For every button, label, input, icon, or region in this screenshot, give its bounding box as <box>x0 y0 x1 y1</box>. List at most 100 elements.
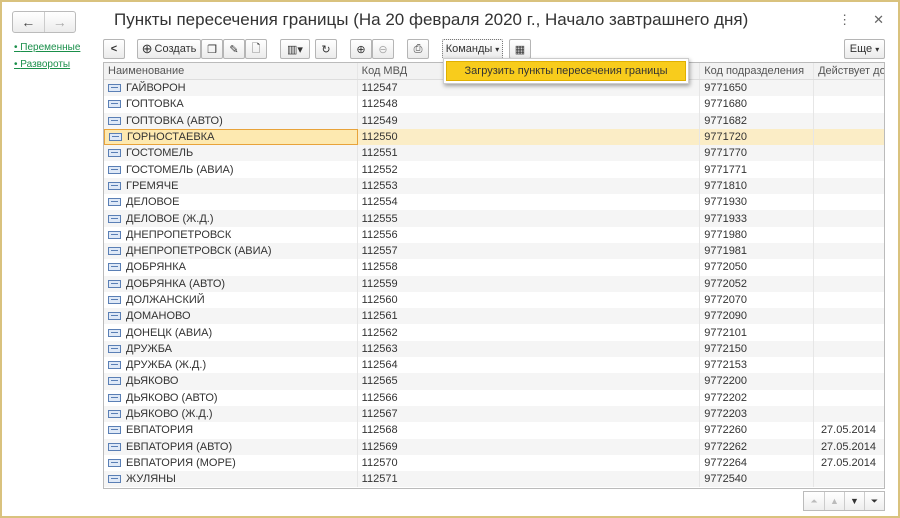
scroll-last-icon[interactable]: ⏷ <box>864 492 884 510</box>
table-row[interactable]: ДНЕПРОПЕТРОВСК (АВИА) 112557 9771981 <box>104 242 884 260</box>
cell-valid-until[interactable] <box>814 308 884 324</box>
cell-valid-until[interactable] <box>814 129 884 145</box>
cell-division-code[interactable]: 9771980 <box>700 226 815 243</box>
cell-division-code[interactable]: 9772050 <box>700 259 815 276</box>
cell-division-code[interactable]: 9771771 <box>700 161 815 178</box>
cell-name[interactable]: ЖУЛЯНЫ <box>104 471 358 488</box>
cell-mvd-code[interactable]: 112548 <box>358 96 701 113</box>
cell-division-code[interactable]: 9772203 <box>700 405 815 423</box>
cell-name[interactable]: ЕВПАТОРИЯ (МОРЕ) <box>104 454 358 472</box>
cell-mvd-code[interactable]: 112559 <box>358 275 701 292</box>
cell-division-code[interactable]: 9771933 <box>700 210 815 227</box>
table-row[interactable]: ГОПТОВКА (АВТО) 112549 9771682 <box>104 112 884 129</box>
cell-division-code[interactable]: 9772052 <box>700 275 815 292</box>
cell-valid-until[interactable]: 27.05.2014 <box>814 439 884 455</box>
column-header-valid-until[interactable]: Действует до <box>814 63 884 79</box>
table-row[interactable]: ДОНЕЦК (АВИА) 112562 9772101 <box>104 324 884 341</box>
cell-valid-until[interactable] <box>814 145 884 161</box>
cell-name[interactable]: ДОМАНОВО <box>104 308 358 325</box>
cell-mvd-code[interactable]: 112554 <box>358 194 701 211</box>
cell-division-code[interactable]: 9772153 <box>700 357 815 374</box>
cell-mvd-code[interactable]: 112567 <box>358 405 701 423</box>
close-icon[interactable]: ✕ <box>873 12 884 28</box>
column-header-name[interactable]: Наименование <box>104 63 358 79</box>
cell-name[interactable]: ДЬЯКОВО <box>104 373 358 390</box>
cell-division-code[interactable]: 9772101 <box>700 324 815 341</box>
cell-mvd-code[interactable]: 112551 <box>358 145 701 162</box>
print-button[interactable]: ⎙ <box>407 39 429 59</box>
cell-name[interactable]: ГАЙВОРОН <box>104 80 358 97</box>
cell-division-code[interactable]: 9772090 <box>700 308 815 325</box>
cell-division-code[interactable]: 9772260 <box>700 422 815 439</box>
cell-mvd-code[interactable]: 112568 <box>358 422 701 439</box>
table-row[interactable]: ДОБРЯНКА (АВТО) 112559 9772052 <box>104 275 884 292</box>
cell-division-code[interactable]: 9771981 <box>700 242 815 260</box>
cell-name[interactable]: ДОБРЯНКА (АВТО) <box>104 275 358 292</box>
table-row[interactable]: ДНЕПРОПЕТРОВСК 112556 9771980 <box>104 226 884 243</box>
cell-name[interactable]: ДНЕПРОПЕТРОВСК <box>104 226 358 243</box>
cell-mvd-code[interactable]: 112550 <box>358 128 701 146</box>
cell-valid-until[interactable] <box>814 210 884 226</box>
cell-mvd-code[interactable]: 112556 <box>358 226 701 243</box>
table-row[interactable]: ДОБРЯНКА 112558 9772050 <box>104 259 884 276</box>
cell-name[interactable]: ГОСТОМЕЛЬ <box>104 145 358 162</box>
cell-mvd-code[interactable]: 112562 <box>358 324 701 341</box>
cell-mvd-code[interactable]: 112558 <box>358 259 701 276</box>
cell-name[interactable]: ДЬЯКОВО (АВТО) <box>104 389 358 406</box>
cell-name[interactable]: ДРУЖБА <box>104 340 358 358</box>
cell-name[interactable]: ГОРНОСТАЕВКА <box>104 128 358 146</box>
table-row[interactable]: ДРУЖБА (Ж.Д.) 112564 9772153 <box>104 357 884 374</box>
cell-mvd-code[interactable]: 112570 <box>358 454 701 472</box>
table-row[interactable]: ДОЛЖАНСКИЙ 112560 9772070 <box>104 291 884 309</box>
cell-name[interactable]: ГОСТОМЕЛЬ (АВИА) <box>104 161 358 178</box>
table-row[interactable]: ЕВПАТОРИЯ 112568 9772260 27.05.2014 <box>104 422 884 439</box>
cell-valid-until[interactable] <box>814 276 884 292</box>
cell-valid-until[interactable] <box>814 341 884 357</box>
delete-mark-button[interactable]: 🗋 <box>245 39 267 59</box>
cell-division-code[interactable]: 9772200 <box>700 373 815 390</box>
zoom-in-button[interactable]: ⊕ <box>350 39 372 59</box>
cell-name[interactable]: ГРЕМЯЧЕ <box>104 177 358 195</box>
cell-name[interactable]: ДОБРЯНКА <box>104 259 358 276</box>
cell-mvd-code[interactable]: 112555 <box>358 210 701 227</box>
table-row[interactable]: ДЬЯКОВО (Ж.Д.) 112567 9772203 <box>104 405 884 423</box>
cell-division-code[interactable]: 9772262 <box>700 438 815 455</box>
table-row[interactable]: ДЕЛОВОЕ 112554 9771930 <box>104 194 884 211</box>
cell-mvd-code[interactable]: 112563 <box>358 340 701 358</box>
commands-button[interactable]: Команды ▾ <box>442 39 503 59</box>
cell-division-code[interactable]: 9772070 <box>700 291 815 309</box>
back-button[interactable]: < <box>103 39 125 59</box>
cell-mvd-code[interactable]: 112566 <box>358 389 701 406</box>
cell-division-code[interactable]: 9772540 <box>700 471 815 488</box>
cell-valid-until[interactable] <box>814 292 884 308</box>
back-arrow-icon[interactable]: ← <box>13 12 44 32</box>
cell-division-code[interactable]: 9771930 <box>700 194 815 211</box>
cell-mvd-code[interactable]: 112549 <box>358 112 701 129</box>
cell-valid-until[interactable] <box>814 406 884 422</box>
table-row[interactable]: ГОСТОМЕЛЬ (АВИА) 112552 9771771 <box>104 161 884 178</box>
menu-item-load-crossing-points[interactable]: Загрузить пункты пересечения границы <box>446 61 686 81</box>
cell-name[interactable]: ДОНЕЦК (АВИА) <box>104 324 358 341</box>
cell-valid-until[interactable] <box>814 373 884 389</box>
cell-division-code[interactable]: 9772202 <box>700 389 815 406</box>
more-vertical-icon[interactable]: ⋮ <box>838 12 851 28</box>
cell-mvd-code[interactable]: 112565 <box>358 373 701 390</box>
cell-valid-until[interactable] <box>814 390 884 406</box>
cell-division-code[interactable]: 9771770 <box>700 145 815 162</box>
cell-valid-until[interactable] <box>814 357 884 373</box>
sidebar-link-spreads[interactable]: • Развороты <box>14 59 80 70</box>
scroll-up-icon[interactable]: ▲ <box>824 492 844 510</box>
table-row[interactable]: ДЬЯКОВО (АВТО) 112566 9772202 <box>104 389 884 406</box>
table-row[interactable]: ЖУЛЯНЫ 112571 9772540 <box>104 471 884 488</box>
cell-mvd-code[interactable]: 112571 <box>358 471 701 488</box>
cell-name[interactable]: ЕВПАТОРИЯ (АВТО) <box>104 438 358 455</box>
cell-valid-until[interactable] <box>814 259 884 275</box>
cell-valid-until[interactable] <box>814 243 884 259</box>
table-settings-button[interactable]: ▦ <box>509 39 531 59</box>
cell-division-code[interactable]: 9771650 <box>700 80 815 97</box>
cell-name[interactable]: ДЕЛОВОЕ (Ж.Д.) <box>104 210 358 227</box>
cell-mvd-code[interactable]: 112557 <box>358 242 701 260</box>
more-button[interactable]: Еще ▾ <box>844 39 885 59</box>
cell-name[interactable]: ГОПТОВКА (АВТО) <box>104 112 358 129</box>
cell-valid-until[interactable] <box>814 227 884 243</box>
